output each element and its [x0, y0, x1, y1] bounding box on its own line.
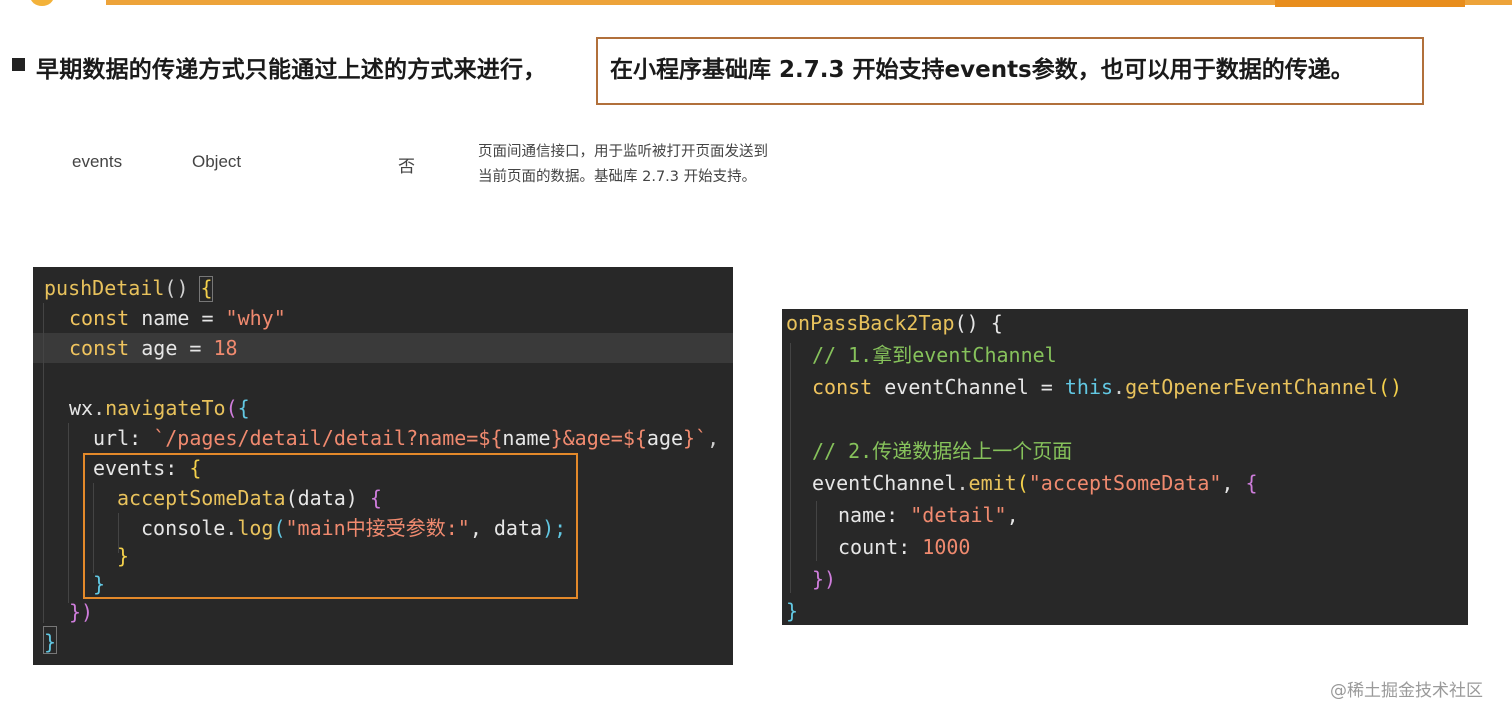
code-line-8: count: 1000 [838, 535, 971, 559]
param-type: Object [192, 152, 242, 171]
code-line-10: } [786, 599, 799, 623]
code-line-8: acceptSomeData(data) { [117, 486, 382, 510]
code-line-5: wx.navigateTo({ [69, 396, 250, 420]
indent-guide [68, 423, 69, 603]
code-line-2: // 1.拿到eventChannel [812, 343, 1057, 367]
code-line-12: }) [69, 600, 94, 624]
code-line-2: const name = "why" [69, 306, 286, 330]
param-name: events [72, 152, 123, 171]
logo-circle [30, 0, 54, 6]
param-description-line-1: 页面间通信接口，用于监听被打开页面发送到 [478, 144, 768, 160]
code-line-3: const age = 18 [69, 336, 238, 360]
indent-guide [816, 501, 817, 561]
param-required: 否 [398, 157, 415, 176]
code-line-7: name: "detail", [838, 503, 1019, 527]
indent-guide [790, 343, 791, 593]
indent-guide [43, 303, 44, 623]
param-description: 页面间通信接口，用于监听被打开页面发送到 当前页面的数据。基础库 2.7.3 开… [478, 140, 768, 190]
code-line-1: pushDetail() { [44, 276, 213, 300]
code-line-9: }) [812, 567, 837, 591]
code-line-1: onPassBack2Tap() { [786, 311, 1003, 335]
code-line-11: } [93, 572, 106, 596]
code-panel-pass-back: onPassBack2Tap() { // 1.拿到eventChannel c… [782, 309, 1468, 625]
heading-text: 早期数据的传递方式只能通过上述的方式来进行， [36, 57, 547, 83]
bullet-square-icon [12, 58, 25, 71]
watermark: @稀土掘金技术社区 [1330, 681, 1483, 701]
code-line-13: } [44, 630, 57, 654]
code-line-9: console.log("main中接受参数:", data); [141, 516, 567, 540]
header-tab [1275, 0, 1465, 7]
code-line-6: eventChannel.emit("acceptSomeData", { [812, 471, 1258, 495]
code-line-3: const eventChannel = this.getOpenerEvent… [812, 375, 1403, 399]
code-line-7: events: { [93, 456, 202, 480]
code-line-6: url: `/pages/detail/detail?name=${name}&… [93, 426, 720, 450]
code-line-10: } [117, 544, 130, 568]
code-line-5: // 2.传递数据给上一个页面 [812, 439, 1073, 463]
param-description-line-2: 当前页面的数据。基础库 2.7.3 开始支持。 [478, 169, 757, 185]
heading-highlight: 在小程序基础库 2.7.3 开始支持events参数，也可以用于数据的传递。 [610, 57, 1354, 83]
code-panel-push-detail: pushDetail() { const name = "why" const … [33, 267, 733, 665]
